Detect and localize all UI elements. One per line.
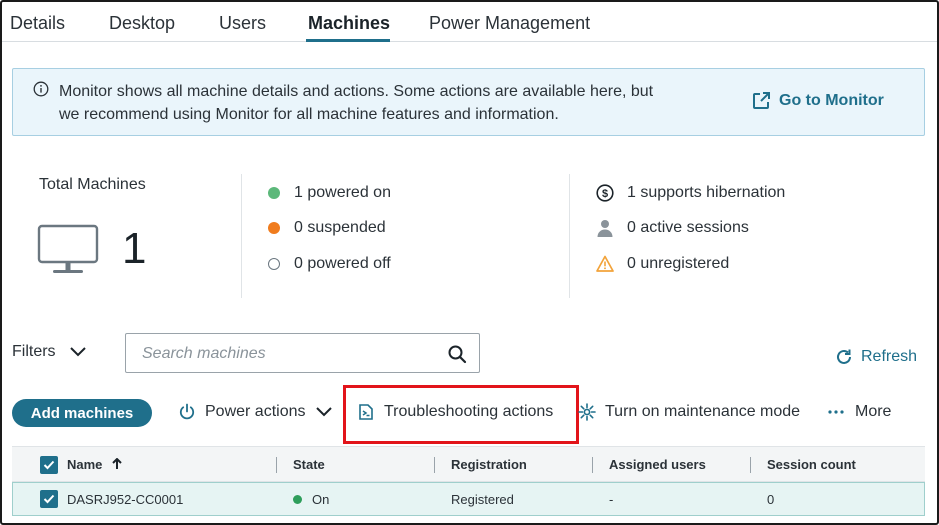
info-icon bbox=[33, 81, 49, 97]
user-icon bbox=[596, 219, 614, 237]
svg-text:$: $ bbox=[602, 188, 608, 200]
state-on-dot bbox=[293, 495, 302, 504]
power-icon bbox=[179, 403, 195, 420]
tab-machines[interactable]: Machines bbox=[308, 13, 390, 34]
chevron-down-icon bbox=[315, 407, 332, 417]
more-label: More bbox=[855, 403, 892, 420]
column-separator bbox=[750, 457, 751, 473]
machines-panel: Details Desktop Users Machines Power Man… bbox=[0, 0, 939, 525]
machine-registration: Registered bbox=[451, 492, 514, 507]
machine-assigned-users: - bbox=[609, 492, 614, 507]
stat-suspended: 0 suspended bbox=[268, 219, 386, 237]
row-checkbox[interactable] bbox=[40, 490, 58, 508]
stat-unregistered-label: 0 unregistered bbox=[627, 255, 730, 272]
stat-powered-on-label: 1 powered on bbox=[294, 184, 391, 201]
column-header-session-count[interactable]: Session count bbox=[767, 457, 856, 472]
stat-suspended-label: 0 suspended bbox=[294, 219, 386, 236]
sort-ascending-icon bbox=[112, 457, 122, 469]
search-input[interactable] bbox=[142, 343, 432, 365]
checkmark-icon bbox=[43, 494, 55, 504]
powered-on-dot bbox=[268, 187, 280, 199]
stat-active-sessions-label: 0 active sessions bbox=[627, 219, 749, 236]
column-header-assigned-users[interactable]: Assigned users bbox=[609, 457, 706, 472]
machine-state: On bbox=[293, 492, 329, 507]
maintenance-mode-label: Turn on maintenance mode bbox=[605, 403, 801, 420]
column-separator bbox=[434, 457, 435, 473]
powered-off-dot bbox=[268, 258, 280, 270]
select-all-checkbox[interactable] bbox=[40, 456, 58, 474]
tab-users[interactable]: Users bbox=[219, 13, 266, 34]
banner-line-2: we recommend using Monitor for all machi… bbox=[59, 106, 559, 123]
hibernation-icon: $ bbox=[596, 184, 614, 202]
stat-active-sessions: 0 active sessions bbox=[596, 219, 749, 237]
column-name-label: Name bbox=[67, 457, 103, 472]
table-row[interactable]: DASRJ952-CC0001 On Registered - 0 bbox=[12, 482, 925, 516]
column-header-name[interactable]: Name bbox=[67, 457, 123, 472]
info-banner: Monitor shows all machine details and ac… bbox=[12, 68, 925, 136]
total-machines-count: 1 bbox=[122, 224, 147, 273]
machine-session-count: 0 bbox=[767, 492, 775, 507]
search-box bbox=[125, 333, 480, 373]
go-to-monitor-link[interactable]: Go to Monitor bbox=[751, 91, 884, 111]
table-header: Name State Registration Assigned users S… bbox=[12, 446, 925, 482]
maintenance-mode-button[interactable]: Turn on maintenance mode bbox=[578, 403, 800, 421]
machine-name[interactable]: DASRJ952-CC0001 bbox=[67, 492, 183, 507]
suspended-dot bbox=[268, 222, 280, 234]
refresh-button[interactable]: Refresh bbox=[835, 348, 917, 366]
chevron-down-icon bbox=[69, 347, 86, 357]
add-machines-button[interactable]: Add machines bbox=[12, 399, 152, 427]
maintenance-icon bbox=[578, 403, 596, 421]
refresh-icon bbox=[837, 349, 851, 364]
stat-unregistered: 0 unregistered bbox=[596, 255, 729, 273]
power-actions-label: Power actions bbox=[205, 403, 306, 420]
tab-details[interactable]: Details bbox=[10, 13, 65, 34]
search-icon[interactable] bbox=[447, 344, 467, 364]
summary-divider bbox=[569, 174, 570, 298]
stat-powered-off: 0 powered off bbox=[268, 255, 391, 273]
stat-hibernation-label: 1 supports hibernation bbox=[627, 184, 786, 201]
summary-divider bbox=[241, 174, 242, 298]
monitor-icon bbox=[37, 224, 99, 273]
go-to-monitor-label: Go to Monitor bbox=[779, 92, 884, 109]
more-icon bbox=[828, 410, 844, 414]
tab-power-management[interactable]: Power Management bbox=[429, 13, 590, 34]
more-actions-button[interactable]: More bbox=[827, 403, 891, 421]
highlight-box bbox=[343, 385, 579, 444]
tab-bar: Details Desktop Users Machines Power Man… bbox=[2, 2, 937, 42]
external-link-icon bbox=[753, 92, 770, 109]
banner-message: Monitor shows all machine details and ac… bbox=[59, 80, 699, 126]
filters-label: Filters bbox=[12, 343, 56, 360]
banner-line-1: Monitor shows all machine details and ac… bbox=[59, 83, 654, 100]
column-separator bbox=[276, 457, 277, 473]
checkmark-icon bbox=[43, 460, 55, 470]
machine-state-label: On bbox=[312, 492, 330, 507]
stat-hibernation: $ 1 supports hibernation bbox=[596, 184, 785, 202]
column-header-state[interactable]: State bbox=[293, 457, 325, 472]
stat-powered-on: 1 powered on bbox=[268, 184, 391, 202]
active-tab-indicator bbox=[306, 39, 390, 42]
power-actions-menu[interactable]: Power actions bbox=[178, 403, 334, 421]
tab-desktop[interactable]: Desktop bbox=[109, 13, 175, 34]
warning-icon bbox=[596, 255, 614, 273]
refresh-label: Refresh bbox=[861, 348, 918, 365]
filters-toggle[interactable]: Filters bbox=[12, 343, 88, 361]
total-machines-title: Total Machines bbox=[39, 176, 146, 193]
column-header-registration[interactable]: Registration bbox=[451, 457, 527, 472]
stat-powered-off-label: 0 powered off bbox=[294, 255, 391, 272]
column-separator bbox=[592, 457, 593, 473]
